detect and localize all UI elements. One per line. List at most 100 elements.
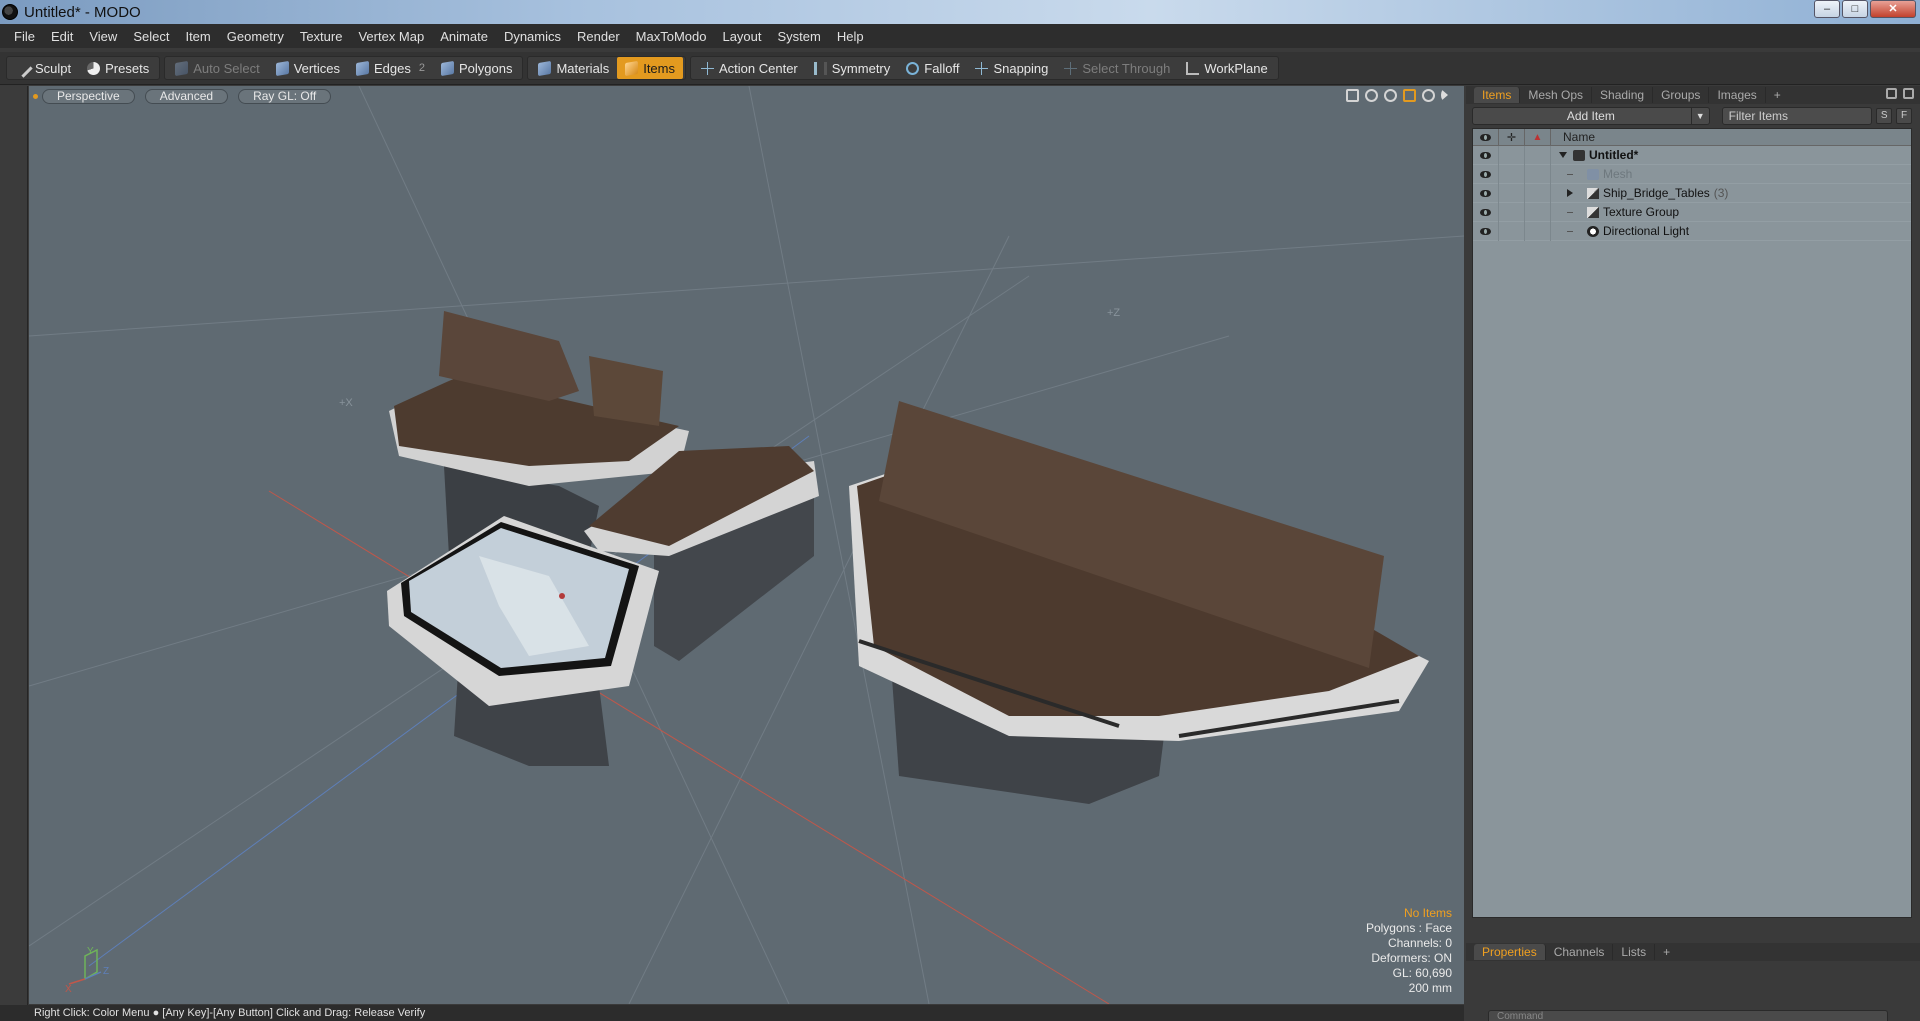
materials-button[interactable]: Materials [530, 57, 617, 79]
select-through-button[interactable]: Select Through [1056, 57, 1178, 79]
tab-properties[interactable]: Properties [1474, 944, 1546, 960]
pan-icon[interactable] [1346, 89, 1359, 102]
visibility-toggle[interactable] [1473, 183, 1499, 203]
auto-select-button[interactable]: Auto Select [167, 57, 268, 79]
menu-view[interactable]: View [81, 29, 125, 44]
tree-row-untitled[interactable]: Untitled* [1473, 145, 1911, 165]
menu-help[interactable]: Help [829, 29, 872, 44]
command-input[interactable]: Command [1488, 1010, 1888, 1021]
visibility-toggle[interactable] [1473, 221, 1499, 241]
left-tool-strip[interactable] [0, 86, 28, 1008]
tree-row-ship-bridge-tables[interactable]: Ship_Bridge_Tables (3) [1473, 183, 1911, 203]
visibility-column-header[interactable] [1473, 128, 1499, 146]
s-button[interactable]: S [1876, 108, 1893, 124]
selection-mode-group: Auto Select Vertices Edges 2 Polygons [164, 56, 524, 80]
workplane-button[interactable]: WorkPlane [1178, 57, 1275, 79]
auto-select-icon [175, 60, 189, 76]
menu-texture[interactable]: Texture [292, 29, 351, 44]
add-item-button[interactable]: Add Item ▼ [1472, 107, 1710, 125]
sculpt-button[interactable]: Sculpt [9, 57, 79, 79]
f-button[interactable]: F [1896, 108, 1912, 124]
tree-item-label: Mesh [1603, 167, 1633, 181]
tree-row-directional-light[interactable]: Directional Light [1473, 221, 1911, 241]
menu-system[interactable]: System [770, 29, 829, 44]
add-props-tab-button[interactable]: + [1655, 944, 1678, 960]
menu-dynamics[interactable]: Dynamics [496, 29, 569, 44]
tab-lists[interactable]: Lists [1613, 944, 1656, 960]
chevron-down-icon[interactable]: ▼ [1690, 108, 1709, 124]
channels-info: Channels: 0 [1387, 936, 1452, 950]
polygons-info: Polygons : Face [1365, 921, 1452, 935]
tree-row-mesh[interactable]: Mesh [1473, 164, 1911, 184]
eye-icon [1480, 133, 1491, 141]
expand-arrow-icon[interactable] [1567, 189, 1573, 197]
action-center-button[interactable]: Action Center [693, 57, 806, 79]
zoom-icon[interactable] [1384, 89, 1397, 102]
eye-icon [1480, 151, 1491, 159]
gizmo-x-label: X [65, 984, 72, 994]
mesh-icon [1587, 168, 1599, 180]
tab-items[interactable]: Items [1474, 87, 1521, 103]
panel-expand-icon[interactable] [1886, 88, 1897, 99]
ray-gl-tab[interactable]: Ray GL: Off [238, 88, 332, 104]
gear-icon[interactable] [1422, 89, 1435, 102]
menu-item[interactable]: Item [177, 29, 218, 44]
minimize-button[interactable]: – [1814, 0, 1840, 18]
tree-item: Texture Group [1567, 205, 1679, 219]
lock-column-header[interactable]: ✛ [1499, 128, 1525, 146]
tab-channels[interactable]: Channels [1546, 944, 1614, 960]
menu-layout[interactable]: Layout [714, 29, 769, 44]
console-table-navigation [387, 516, 659, 766]
visibility-toggle[interactable] [1473, 164, 1499, 184]
visibility-toggle[interactable] [1473, 145, 1499, 165]
advanced-tab[interactable]: Advanced [144, 88, 229, 104]
filter-items-input[interactable]: Filter Items [1721, 107, 1873, 125]
fit-icon[interactable] [1403, 89, 1416, 102]
snapping-button[interactable]: Snapping [967, 57, 1056, 79]
expand-arrow-icon[interactable] [1559, 152, 1567, 158]
presets-button[interactable]: Presets [79, 57, 157, 79]
items-label: Items [643, 60, 675, 76]
menu-geometry[interactable]: Geometry [219, 29, 292, 44]
menu-edit[interactable]: Edit [43, 29, 81, 44]
rotate-icon[interactable] [1365, 89, 1378, 102]
select-through-icon [1064, 61, 1078, 75]
maximize-button[interactable]: □ [1842, 0, 1868, 18]
visibility-toggle[interactable] [1473, 202, 1499, 222]
name-column-header[interactable]: Name [1551, 130, 1595, 144]
edges-count: 2 [418, 62, 425, 74]
main-toolbar: Sculpt Presets Auto Select Vertices Edge… [0, 52, 1920, 85]
vertices-button[interactable]: Vertices [268, 57, 348, 79]
tree-item-label: Ship_Bridge_Tables [1603, 186, 1710, 200]
tab-groups[interactable]: Groups [1653, 87, 1710, 103]
3d-viewport[interactable]: +X +Z Perspective Advanced Ray GL: Off X… [29, 86, 1464, 1004]
menu-animate[interactable]: Animate [432, 29, 496, 44]
item-tree: ✛ ▲ Name Untitled* Mesh Ship_Bridge_Tabl… [1472, 128, 1912, 918]
menu-select[interactable]: Select [125, 29, 177, 44]
items-button[interactable]: Items [617, 57, 683, 79]
vertices-label: Vertices [293, 60, 340, 76]
menu-maxtomodo[interactable]: MaxToModo [628, 29, 715, 44]
menu-file[interactable]: File [6, 29, 43, 44]
menu-vertex-map[interactable]: Vertex Map [350, 29, 432, 44]
close-button[interactable]: ✕ [1870, 0, 1916, 18]
falloff-button[interactable]: Falloff [898, 57, 967, 79]
symmetry-button[interactable]: Symmetry [806, 57, 899, 79]
viewport-info: No Items Polygons : Face Channels: 0 Def… [1366, 906, 1452, 996]
tab-images[interactable]: Images [1709, 87, 1766, 103]
edges-button[interactable]: Edges 2 [348, 57, 433, 79]
polygons-button[interactable]: Polygons [433, 57, 520, 79]
render-column-header[interactable]: ▲ [1525, 128, 1551, 146]
tree-row-texture-group[interactable]: Texture Group [1473, 202, 1911, 222]
add-tab-button[interactable]: + [1766, 87, 1789, 103]
viewport-menu-dot[interactable] [33, 93, 38, 99]
sculpt-presets-group: Sculpt Presets [6, 56, 161, 80]
perspective-tab[interactable]: Perspective [42, 88, 135, 104]
gear-icon[interactable] [1903, 88, 1914, 99]
tab-shading[interactable]: Shading [1592, 87, 1654, 103]
tab-mesh-ops[interactable]: Mesh Ops [1520, 87, 1593, 103]
right-panel: Items Mesh Ops Shading Groups Images + A… [1466, 86, 1920, 1021]
menu-render[interactable]: Render [569, 29, 628, 44]
menu-bar: File Edit View Select Item Geometry Text… [0, 24, 1920, 48]
expand-arrow-icon[interactable] [1441, 89, 1448, 101]
